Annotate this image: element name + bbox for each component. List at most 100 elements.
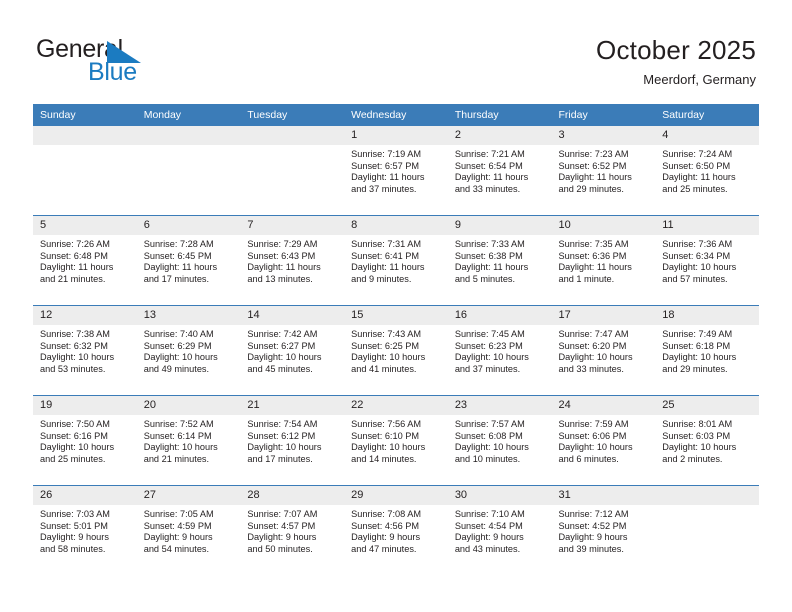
page-title: October 2025: [596, 35, 756, 65]
day-detail-line: Sunrise: 7:19 AM: [351, 149, 422, 159]
day-cell-inner: 4 Sunrise: 7:24 AM Sunset: 6:50 PM Daylight…: [655, 126, 759, 215]
day-detail-line: Sunset: 6:23 PM: [454, 340, 523, 351]
calendar-day-cell[interactable]: 23 Sunrise: 7:57 AM Sunset: 6:08 PM Dayligh…: [447, 395, 552, 486]
day-cell-inner: 20 Sunrise: 7:52 AM Sunset: 6:14 PM Dayligh…: [136, 396, 241, 485]
day-detail-line: and 41 minutes.: [351, 363, 417, 374]
calendar-day-cell[interactable]: 12 Sunrise: 7:38 AM Sunset: 6:32 PM Dayligh…: [33, 305, 137, 396]
day-detail-line: Sunrise: 7:52 AM: [143, 419, 214, 429]
day-detail-line: Sunrise: 7:23 AM: [558, 149, 629, 159]
day-detail-line: Sunrise: 7:03 AM: [40, 509, 110, 519]
calendar-day-cell[interactable]: 11 Sunrise: 7:36 AM Sunset: 6:34 PM Dayligh…: [655, 215, 759, 306]
day-detail-line: Daylight: 10 hours: [143, 352, 218, 363]
day-cell-details: Sunrise: 7:07 AM Sunset: 4:57 PM Daylight:…: [240, 505, 344, 555]
day-detail-line: Daylight: 10 hours: [662, 442, 737, 453]
calendar-day-cell[interactable]: 5 Sunrise: 7:26 AM Sunset: 6:48 PM Daylight…: [33, 215, 137, 306]
day-detail-line: Sunset: 6:45 PM: [143, 250, 212, 261]
calendar-day-cell[interactable]: 14 Sunrise: 7:42 AM Sunset: 6:27 PM Dayligh…: [240, 305, 345, 396]
calendar-day-cell[interactable]: 15 Sunrise: 7:43 AM Sunset: 6:25 PM Dayligh…: [344, 305, 448, 396]
day-detail-line: Sunset: 5:01 PM: [40, 520, 108, 531]
day-cell-details: Sunrise: 7:31 AM Sunset: 6:41 PM Daylight:…: [344, 235, 448, 285]
day-cell-details: Sunrise: 7:26 AM Sunset: 6:48 PM Daylight:…: [33, 235, 137, 285]
day-cell-details: Sunrise: 7:42 AM Sunset: 6:27 PM Daylight:…: [240, 325, 344, 375]
day-detail-line: Sunset: 6:43 PM: [247, 250, 316, 261]
general-blue-logo[interactable]: General Blue: [36, 36, 216, 88]
day-cell-details: Sunrise: 7:49 AM Sunset: 6:18 PM Daylight:…: [655, 325, 759, 375]
day-detail-line: Daylight: 10 hours: [40, 442, 115, 453]
day-detail-line: Daylight: 11 hours: [454, 172, 529, 183]
day-cell-details: Sunrise: 7:19 AM Sunset: 6:57 PM Daylight:…: [344, 145, 448, 195]
day-detail-line: Sunset: 6:16 PM: [40, 430, 108, 441]
day-detail-line: and 58 minutes.: [40, 543, 106, 554]
day-detail-line: Daylight: 10 hours: [558, 442, 633, 453]
calendar-day-cell[interactable]: 17 Sunrise: 7:47 AM Sunset: 6:20 PM Dayligh…: [551, 305, 656, 396]
day-cell-inner: 13 Sunrise: 7:40 AM Sunset: 6:29 PM Dayligh…: [136, 306, 241, 395]
calendar-day-cell[interactable]: 26 Sunrise: 7:03 AM Sunset: 5:01 PM Dayligh…: [33, 485, 137, 575]
day-detail-line: Sunset: 6:12 PM: [247, 430, 316, 441]
day-detail-line: Sunset: 4:54 PM: [454, 520, 523, 531]
day-number: 6: [136, 216, 241, 235]
day-cell-inner: 30 Sunrise: 7:10 AM Sunset: 4:54 PM Dayligh…: [447, 486, 552, 575]
day-number: [136, 126, 241, 145]
calendar-day-cell[interactable]: 28 Sunrise: 7:07 AM Sunset: 4:57 PM Dayligh…: [240, 485, 345, 575]
calendar-day-cell[interactable]: 24 Sunrise: 7:59 AM Sunset: 6:06 PM Dayligh…: [551, 395, 656, 486]
calendar-day-cell[interactable]: 30 Sunrise: 7:10 AM Sunset: 4:54 PM Dayligh…: [447, 485, 552, 575]
calendar-day-cell-empty: [240, 126, 345, 216]
calendar-day-cell[interactable]: 6 Sunrise: 7:28 AM Sunset: 6:45 PM Daylight…: [136, 215, 241, 306]
day-detail-line: Sunrise: 7:50 AM: [40, 419, 110, 429]
day-detail-line: Daylight: 10 hours: [247, 352, 322, 363]
calendar-day-cell[interactable]: 16 Sunrise: 7:45 AM Sunset: 6:23 PM Dayligh…: [447, 305, 552, 396]
day-detail-line: and 14 minutes.: [351, 453, 417, 464]
calendar-day-cell[interactable]: 31 Sunrise: 7:12 AM Sunset: 4:52 PM Dayligh…: [551, 485, 656, 575]
day-cell-details: Sunrise: 7:52 AM Sunset: 6:14 PM Daylight:…: [137, 415, 241, 465]
day-detail-line: and 17 minutes.: [143, 273, 210, 284]
day-detail-line: Sunrise: 7:28 AM: [143, 239, 214, 249]
calendar-week-row: 1 Sunrise: 7:19 AM Sunset: 6:57 PM Daylight…: [33, 126, 759, 216]
day-number: 27: [136, 486, 241, 505]
calendar-day-cell[interactable]: 8 Sunrise: 7:31 AM Sunset: 6:41 PM Daylight…: [344, 215, 448, 306]
calendar-day-cell-empty: [136, 126, 241, 216]
day-detail-line: Sunset: 6:14 PM: [143, 430, 212, 441]
day-detail-line: Sunrise: 7:36 AM: [662, 239, 733, 249]
day-number: 21: [240, 396, 345, 415]
day-detail-line: and 54 minutes.: [143, 543, 210, 554]
calendar-day-cell[interactable]: 20 Sunrise: 7:52 AM Sunset: 6:14 PM Dayligh…: [136, 395, 241, 486]
day-detail-line: Sunrise: 7:21 AM: [454, 149, 525, 159]
day-number: 8: [344, 216, 448, 235]
day-detail-line: Daylight: 9 hours: [40, 532, 109, 543]
day-detail-line: Sunset: 6:06 PM: [558, 430, 627, 441]
calendar-day-cell[interactable]: 19 Sunrise: 7:50 AM Sunset: 6:16 PM Dayligh…: [33, 395, 137, 486]
day-cell-inner: 18 Sunrise: 7:49 AM Sunset: 6:18 PM Dayligh…: [655, 306, 759, 395]
day-detail-line: Sunset: 6:41 PM: [351, 250, 420, 261]
calendar-day-cell[interactable]: 29 Sunrise: 7:08 AM Sunset: 4:56 PM Dayligh…: [344, 485, 448, 575]
calendar-day-cell[interactable]: 22 Sunrise: 7:56 AM Sunset: 6:10 PM Dayligh…: [344, 395, 448, 486]
day-detail-line: Sunset: 6:54 PM: [454, 160, 523, 171]
calendar-day-cell[interactable]: 21 Sunrise: 7:54 AM Sunset: 6:12 PM Dayligh…: [240, 395, 345, 486]
calendar-day-cell[interactable]: 13 Sunrise: 7:40 AM Sunset: 6:29 PM Dayligh…: [136, 305, 241, 396]
day-detail-line: Sunrise: 8:01 AM: [662, 419, 733, 429]
day-detail-line: Sunset: 6:52 PM: [558, 160, 627, 171]
calendar-day-cell[interactable]: 3 Sunrise: 7:23 AM Sunset: 6:52 PM Daylight…: [551, 126, 656, 216]
day-cell-inner: 15 Sunrise: 7:43 AM Sunset: 6:25 PM Dayligh…: [344, 306, 448, 395]
day-number: 26: [33, 486, 137, 505]
day-detail-line: Sunset: 4:56 PM: [351, 520, 420, 531]
calendar-day-cell[interactable]: 25 Sunrise: 8:01 AM Sunset: 6:03 PM Dayligh…: [655, 395, 759, 486]
day-cell-details: Sunrise: 7:47 AM Sunset: 6:20 PM Daylight:…: [552, 325, 656, 375]
day-detail-line: and 6 minutes.: [558, 453, 619, 464]
day-detail-line: Sunrise: 7:05 AM: [143, 509, 214, 519]
day-detail-line: Sunrise: 7:45 AM: [454, 329, 525, 339]
day-number: 18: [655, 306, 759, 325]
day-detail-line: Sunrise: 7:38 AM: [40, 329, 110, 339]
calendar-day-cell[interactable]: 10 Sunrise: 7:35 AM Sunset: 6:36 PM Dayligh…: [551, 215, 656, 306]
day-detail-line: Sunrise: 7:54 AM: [247, 419, 318, 429]
day-number: 12: [33, 306, 137, 325]
calendar-day-cell[interactable]: 4 Sunrise: 7:24 AM Sunset: 6:50 PM Daylight…: [655, 126, 759, 216]
calendar-day-cell[interactable]: 1 Sunrise: 7:19 AM Sunset: 6:57 PM Daylight…: [344, 126, 448, 216]
day-detail-line: Daylight: 10 hours: [662, 352, 737, 363]
day-number: 4: [655, 126, 759, 145]
calendar-day-cell[interactable]: 7 Sunrise: 7:29 AM Sunset: 6:43 PM Daylight…: [240, 215, 345, 306]
calendar-day-cell[interactable]: 2 Sunrise: 7:21 AM Sunset: 6:54 PM Daylight…: [447, 126, 552, 216]
calendar-day-cell[interactable]: 27 Sunrise: 7:05 AM Sunset: 4:59 PM Dayligh…: [136, 485, 241, 575]
calendar-day-cell[interactable]: 18 Sunrise: 7:49 AM Sunset: 6:18 PM Dayligh…: [655, 305, 759, 396]
day-number: 29: [344, 486, 448, 505]
calendar-day-cell[interactable]: 9 Sunrise: 7:33 AM Sunset: 6:38 PM Daylight…: [447, 215, 552, 306]
